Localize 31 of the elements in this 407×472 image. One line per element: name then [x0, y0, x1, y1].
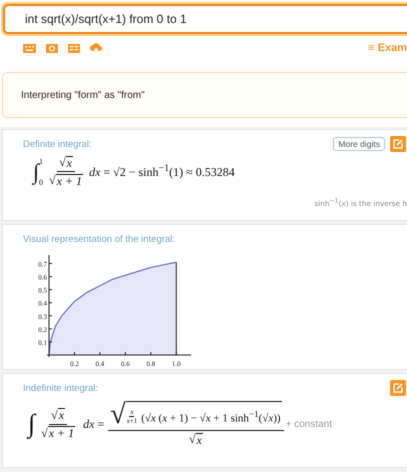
numerator: x: [58, 408, 66, 422]
pod-title: Visual representation of the integral:: [23, 234, 176, 244]
integral-sign: ∫: [33, 160, 40, 182]
edit-icon[interactable]: [390, 380, 406, 396]
radical-sign: √: [51, 408, 58, 422]
radical-sign: √: [41, 426, 48, 440]
radical-sign: √: [188, 432, 196, 447]
cloud-upload-icon[interactable]: [90, 42, 102, 54]
equals-text: dx =: [83, 416, 104, 432]
constant-text: + constant: [286, 418, 332, 430]
pod-title: Indefinite integral:: [23, 382, 99, 394]
table-icon[interactable]: [68, 44, 80, 52]
numerator-expression: (√x (x + 1) − √x + 1 sinh$^{−1}$(√x)): [141, 408, 281, 424]
upper-limit: 1: [39, 156, 44, 166]
notice-text: Interpreting "form" as "from": [21, 90, 145, 100]
denominator: x + 1: [56, 174, 84, 188]
denominator: x: [196, 432, 203, 447]
denominator: x + 1: [48, 426, 76, 440]
lower-limit: 0: [39, 178, 44, 186]
search-field[interactable]: int sqrt(x)/sqrt(x+1) from 0 to 1: [3, 4, 407, 34]
radical-sign: √: [59, 155, 66, 170]
keyboard-icon[interactable]: [23, 44, 36, 52]
numerator: x: [66, 156, 73, 170]
camera-icon[interactable]: [46, 43, 58, 53]
pod-title: Definite integral:: [23, 138, 93, 150]
more-digits-button[interactable]: More digits: [333, 137, 385, 151]
edit-icon[interactable]: [390, 136, 406, 152]
result-expression: dx = √2 − sinh$^{−1}$(1) ≈ 0.53284: [89, 163, 235, 180]
radical-sign: √: [49, 173, 56, 188]
radical-sign: √: [110, 401, 126, 429]
integral-sign: ∫: [28, 411, 36, 437]
